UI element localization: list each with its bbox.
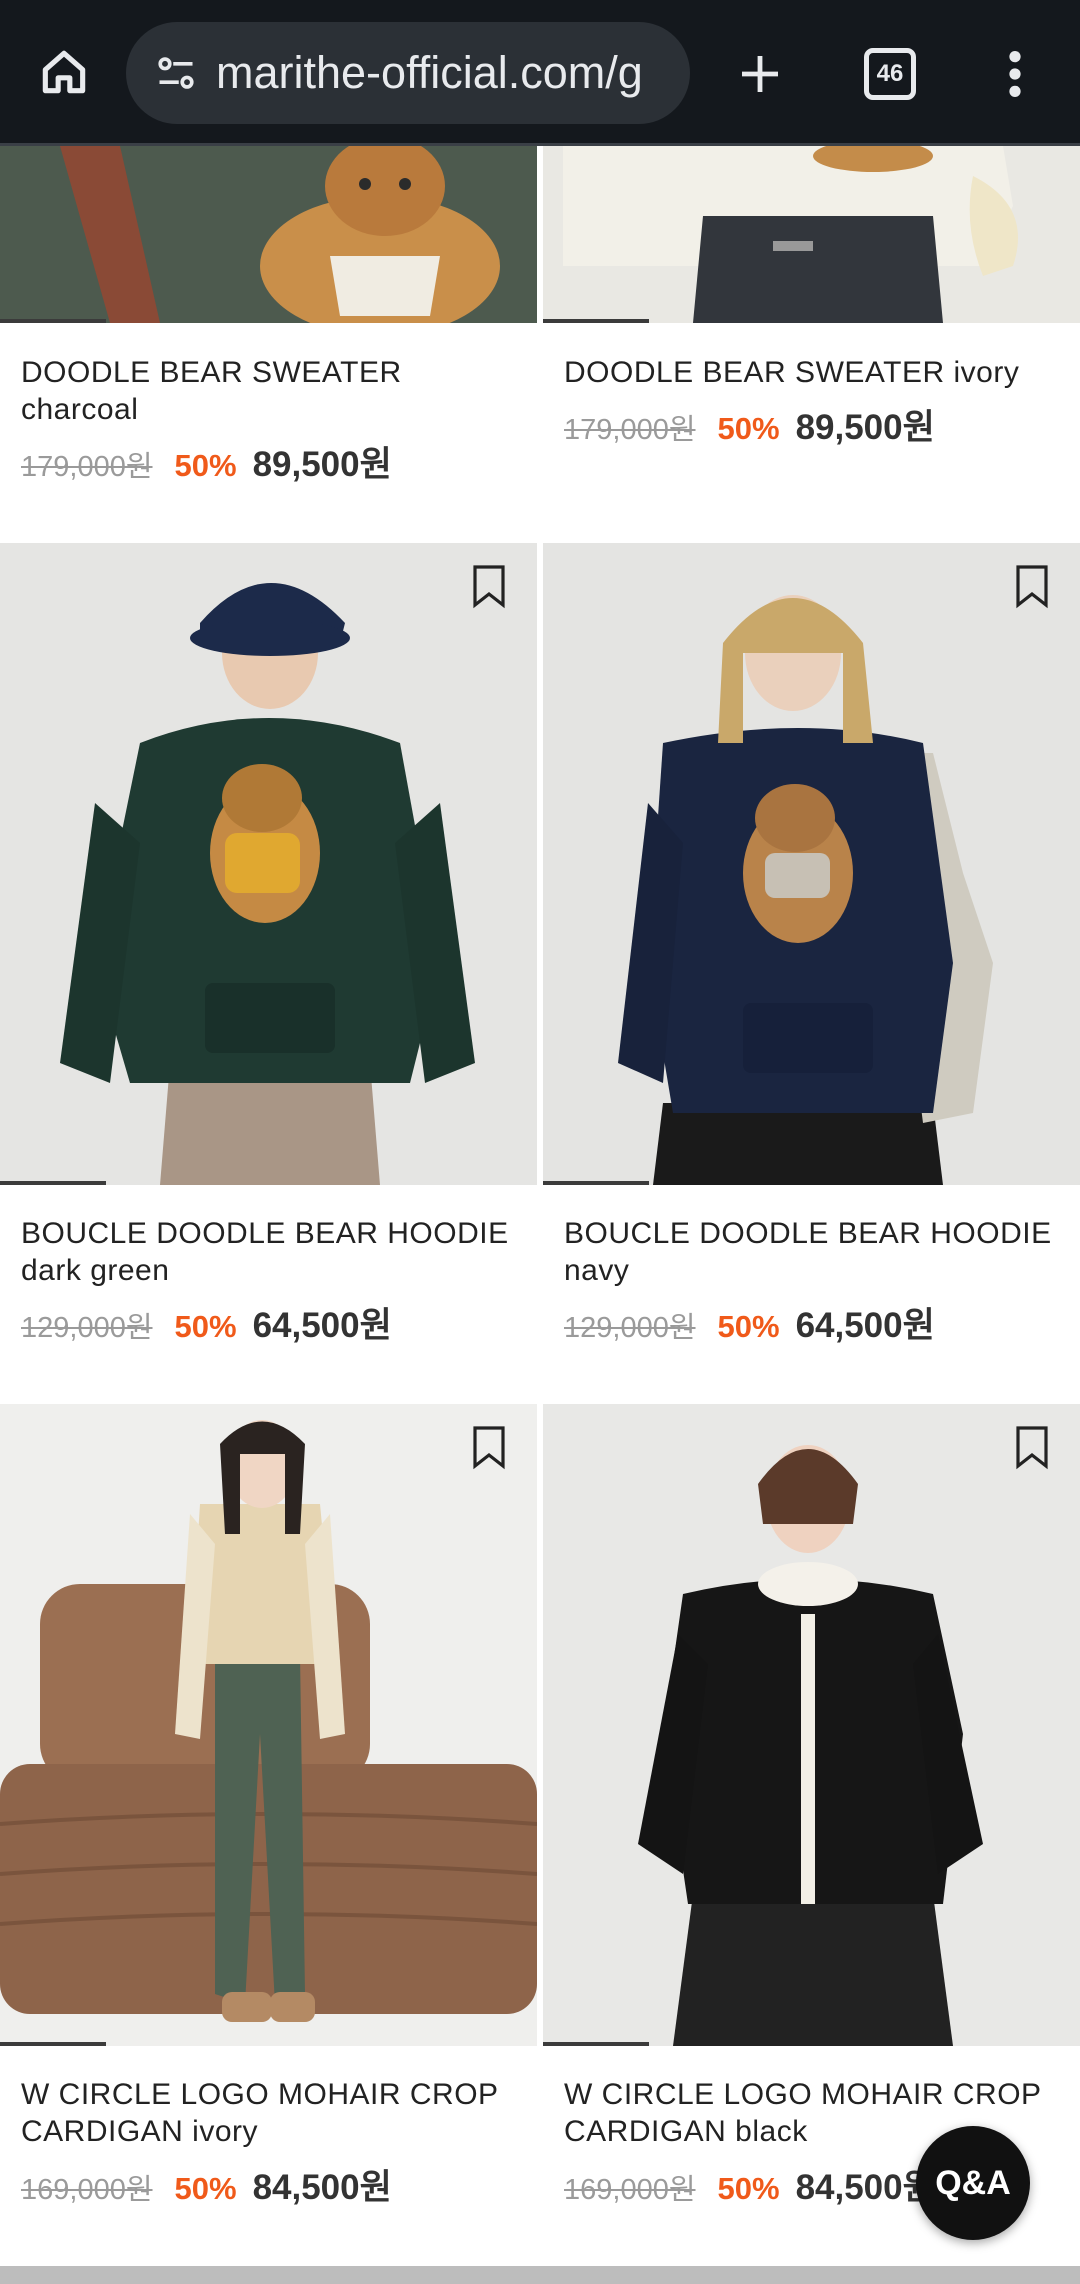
next-row-preview: [0, 2266, 1080, 2284]
image-carousel-indicator: [543, 2042, 649, 2046]
image-carousel-indicator: [0, 1181, 106, 1185]
original-price: 179,000원: [21, 451, 153, 483]
sale-price: 84,500원: [252, 2168, 392, 2207]
product-image[interactable]: [543, 1404, 1080, 2046]
discount-rate: 50%: [717, 1309, 780, 1344]
bookmark-icon[interactable]: [1012, 1424, 1052, 1470]
new-tab-icon[interactable]: [720, 36, 800, 112]
original-price: 129,000원: [21, 1312, 153, 1344]
browser-toolbar: marithe-official.com/g 46: [0, 0, 1080, 146]
tab-switcher-button[interactable]: 46: [850, 38, 930, 110]
product-name[interactable]: DOODLE BEAR SWEATER ivory: [564, 354, 1064, 391]
bookmark-icon[interactable]: [1012, 563, 1052, 609]
image-carousel-indicator: [0, 319, 106, 323]
qa-button[interactable]: Q&A: [916, 2126, 1030, 2240]
sale-price: 64,500원: [795, 1306, 935, 1345]
sale-price: 84,500원: [795, 2168, 935, 2207]
tab-count: 46: [864, 48, 916, 100]
product-name[interactable]: BOUCLE DOODLE BEAR HOODIE dark green: [21, 1215, 521, 1289]
address-bar[interactable]: marithe-official.com/g: [126, 22, 690, 124]
original-price: 129,000원: [564, 1312, 696, 1344]
product-image[interactable]: [543, 543, 1080, 1185]
product-prices: 179,000원 50% 89,500원: [21, 436, 392, 487]
product-card[interactable]: DOODLE BEAR SWEATER charcoal 179,000원 50…: [0, 146, 537, 536]
home-icon[interactable]: [28, 36, 100, 108]
product-image[interactable]: [543, 146, 1080, 323]
discount-rate: 50%: [174, 448, 237, 483]
image-carousel-indicator: [0, 2042, 106, 2046]
product-name[interactable]: W CIRCLE LOGO MOHAIR CROP CARDIGAN ivory: [21, 2076, 521, 2150]
sale-price: 89,500원: [252, 445, 392, 484]
bookmark-icon[interactable]: [469, 1424, 509, 1470]
product-image[interactable]: [0, 543, 537, 1185]
more-menu-icon[interactable]: [985, 38, 1045, 110]
product-image[interactable]: [0, 1404, 537, 2046]
product-prices: 129,000원 50% 64,500원: [21, 1297, 392, 1348]
product-image[interactable]: [0, 146, 537, 323]
original-price: 179,000원: [564, 414, 696, 446]
product-name[interactable]: DOODLE BEAR SWEATER charcoal: [21, 354, 521, 428]
image-carousel-indicator: [543, 1181, 649, 1185]
image-carousel-indicator: [543, 319, 649, 323]
sale-price: 89,500원: [795, 408, 935, 447]
sale-price: 64,500원: [252, 1306, 392, 1345]
product-card[interactable]: DOODLE BEAR SWEATER ivory 179,000원 50% 8…: [543, 146, 1080, 536]
product-prices: 179,000원 50% 89,500원: [564, 399, 935, 450]
original-price: 169,000원: [21, 2174, 153, 2206]
discount-rate: 50%: [174, 1309, 237, 1344]
product-name[interactable]: BOUCLE DOODLE BEAR HOODIE navy: [564, 1215, 1064, 1289]
bookmark-icon[interactable]: [469, 563, 509, 609]
url-text[interactable]: marithe-official.com/g: [216, 47, 676, 99]
site-settings-icon[interactable]: [146, 43, 206, 103]
original-price: 169,000원: [564, 2174, 696, 2206]
product-card[interactable]: W CIRCLE LOGO MOHAIR CROP CARDIGAN ivory…: [0, 1404, 537, 2266]
product-prices: 169,000원 50% 84,500원: [21, 2159, 392, 2210]
product-card[interactable]: BOUCLE DOODLE BEAR HOODIE dark green 129…: [0, 543, 537, 1401]
product-card[interactable]: BOUCLE DOODLE BEAR HOODIE navy 129,000원 …: [543, 543, 1080, 1401]
product-prices: 169,000원 50% 84,500원: [564, 2159, 935, 2210]
discount-rate: 50%: [717, 2171, 780, 2206]
product-prices: 129,000원 50% 64,500원: [564, 1297, 935, 1348]
discount-rate: 50%: [717, 411, 780, 446]
discount-rate: 50%: [174, 2171, 237, 2206]
